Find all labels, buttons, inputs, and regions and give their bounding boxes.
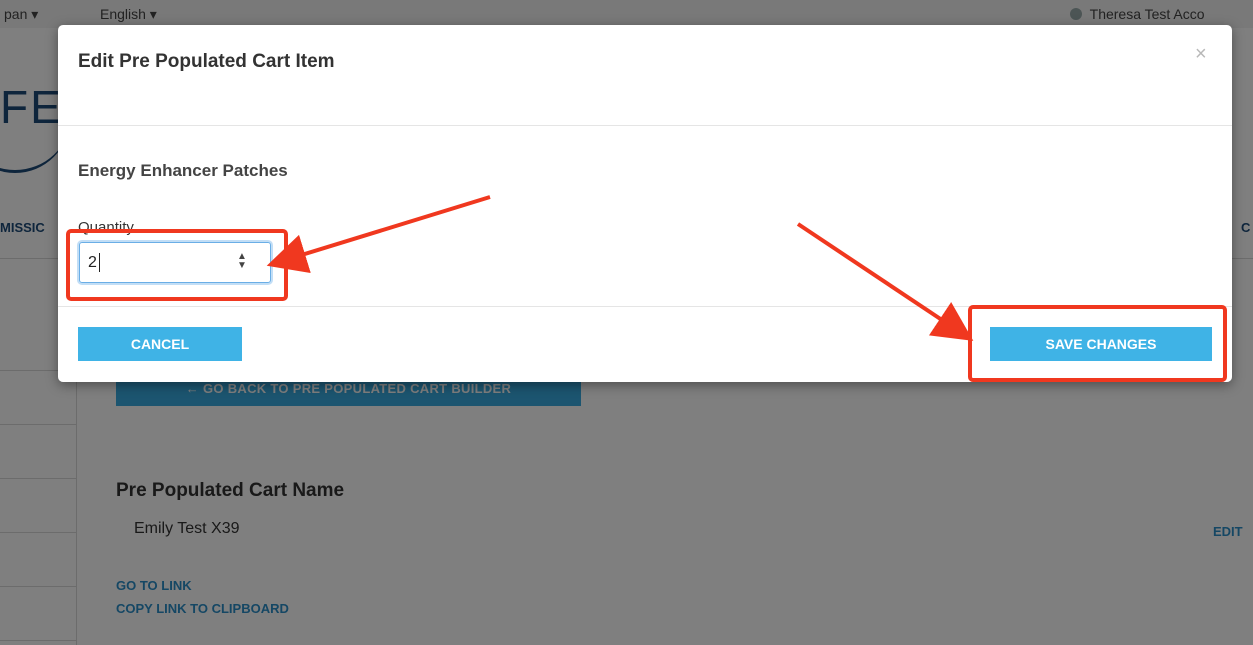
arrow-to-save	[796, 222, 974, 341]
annotation-arrows	[266, 195, 974, 341]
arrow-to-quantity	[266, 195, 491, 274]
